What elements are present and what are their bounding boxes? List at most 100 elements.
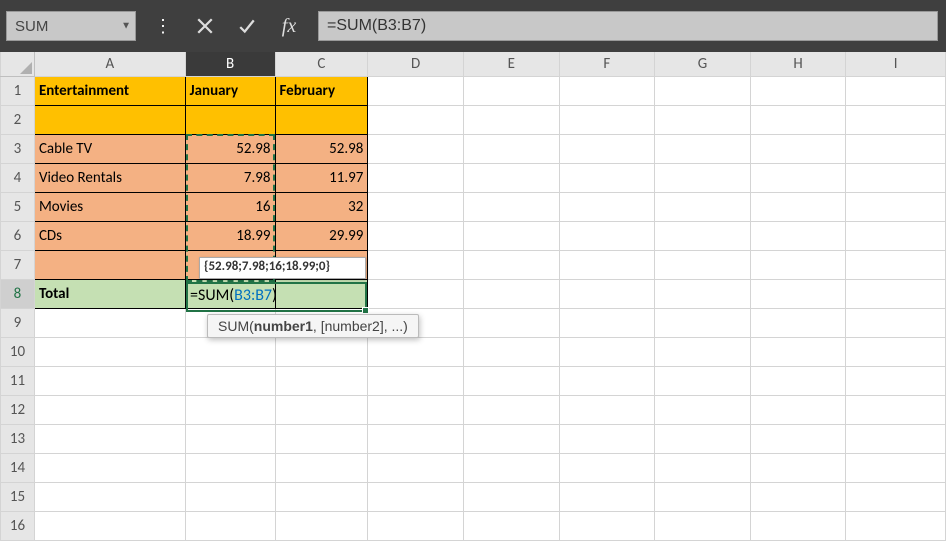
cell-G7[interactable] [655, 250, 751, 279]
cell-H9[interactable] [750, 308, 846, 337]
cell-F6[interactable] [559, 221, 655, 250]
row-header-16[interactable]: 16 [1, 511, 35, 540]
cell-D5[interactable] [368, 192, 464, 221]
cell-B6[interactable]: 18.99 [185, 221, 275, 250]
cell-E9[interactable] [463, 308, 559, 337]
cell-I14[interactable] [846, 453, 946, 482]
cell-A2[interactable] [34, 105, 185, 134]
cell-C6[interactable]: 29.99 [275, 221, 368, 250]
cell-F13[interactable] [559, 424, 655, 453]
cell-D3[interactable] [368, 134, 464, 163]
cell-F10[interactable] [559, 337, 655, 366]
cell-C8[interactable] [275, 279, 368, 308]
cell-G14[interactable] [655, 453, 751, 482]
col-header-B[interactable]: B [185, 52, 275, 76]
cell-H4[interactable] [750, 163, 846, 192]
cell-I13[interactable] [846, 424, 946, 453]
cell-D6[interactable] [368, 221, 464, 250]
cell-H6[interactable] [750, 221, 846, 250]
row-header-3[interactable]: 3 [1, 134, 35, 163]
cell-C4[interactable]: 11.97 [275, 163, 368, 192]
cell-G4[interactable] [655, 163, 751, 192]
cell-C10[interactable] [275, 337, 368, 366]
cell-H12[interactable] [750, 395, 846, 424]
cell-I10[interactable] [846, 337, 946, 366]
cell-D14[interactable] [368, 453, 464, 482]
cell-A11[interactable] [34, 366, 185, 395]
cell-A7[interactable] [34, 250, 185, 279]
insert-function-button[interactable]: fx [268, 11, 310, 41]
cell-B3[interactable]: 52.98 [185, 134, 275, 163]
col-header-E[interactable]: E [463, 52, 559, 76]
cell-A12[interactable] [34, 395, 185, 424]
cell-F11[interactable] [559, 366, 655, 395]
cell-E3[interactable] [463, 134, 559, 163]
row-header-8[interactable]: 8 [1, 279, 35, 308]
cell-A6[interactable]: CDs [34, 221, 185, 250]
cell-I9[interactable] [846, 308, 946, 337]
cell-D16[interactable] [368, 511, 464, 540]
cell-B16[interactable] [185, 511, 275, 540]
cell-E7[interactable] [463, 250, 559, 279]
cell-C12[interactable] [275, 395, 368, 424]
cell-E14[interactable] [463, 453, 559, 482]
cell-B4[interactable]: 7.98 [185, 163, 275, 192]
row-header-7[interactable]: 7 [1, 250, 35, 279]
cell-F8[interactable] [559, 279, 655, 308]
cell-D10[interactable] [368, 337, 464, 366]
cell-G9[interactable] [655, 308, 751, 337]
col-header-D[interactable]: D [368, 52, 464, 76]
row-header-14[interactable]: 14 [1, 453, 35, 482]
cell-E10[interactable] [463, 337, 559, 366]
cell-E13[interactable] [463, 424, 559, 453]
cell-G2[interactable] [655, 105, 751, 134]
row-header-12[interactable]: 12 [1, 395, 35, 424]
cell-H8[interactable] [750, 279, 846, 308]
cell-H13[interactable] [750, 424, 846, 453]
cell-A10[interactable] [34, 337, 185, 366]
cell-D8[interactable] [368, 279, 464, 308]
cell-D7[interactable] [368, 250, 464, 279]
cell-C11[interactable] [275, 366, 368, 395]
row-header-1[interactable]: 1 [1, 76, 35, 105]
cell-I8[interactable] [846, 279, 946, 308]
spreadsheet-grid[interactable]: A B C D E F G H I 1 Entertainment Januar… [0, 52, 946, 541]
cell-H1[interactable] [750, 76, 846, 105]
col-header-I[interactable]: I [846, 52, 946, 76]
cell-F9[interactable] [559, 308, 655, 337]
cell-B14[interactable] [185, 453, 275, 482]
cell-A3[interactable]: Cable TV [34, 134, 185, 163]
cell-H14[interactable] [750, 453, 846, 482]
cell-F12[interactable] [559, 395, 655, 424]
row-header-11[interactable]: 11 [1, 366, 35, 395]
cell-C15[interactable] [275, 482, 368, 511]
cell-G3[interactable] [655, 134, 751, 163]
cell-E8[interactable] [463, 279, 559, 308]
cell-E6[interactable] [463, 221, 559, 250]
cell-G13[interactable] [655, 424, 751, 453]
cell-I2[interactable] [846, 105, 946, 134]
cell-F15[interactable] [559, 482, 655, 511]
cell-H16[interactable] [750, 511, 846, 540]
cell-F3[interactable] [559, 134, 655, 163]
cell-A13[interactable] [34, 424, 185, 453]
cell-C1[interactable]: February [275, 76, 368, 105]
row-header-2[interactable]: 2 [1, 105, 35, 134]
col-header-A[interactable]: A [34, 52, 185, 76]
cell-I12[interactable] [846, 395, 946, 424]
cell-C13[interactable] [275, 424, 368, 453]
cell-B1[interactable]: January [185, 76, 275, 105]
cell-G8[interactable] [655, 279, 751, 308]
cell-D13[interactable] [368, 424, 464, 453]
cell-E5[interactable] [463, 192, 559, 221]
cell-G11[interactable] [655, 366, 751, 395]
function-signature-tooltip[interactable]: SUM(number1, [number2], ...) [207, 314, 419, 338]
cell-I5[interactable] [846, 192, 946, 221]
cell-I6[interactable] [846, 221, 946, 250]
cell-D1[interactable] [368, 76, 464, 105]
cell-I15[interactable] [846, 482, 946, 511]
cell-B15[interactable] [185, 482, 275, 511]
cell-B2[interactable] [185, 105, 275, 134]
cell-H7[interactable] [750, 250, 846, 279]
cell-B11[interactable] [185, 366, 275, 395]
